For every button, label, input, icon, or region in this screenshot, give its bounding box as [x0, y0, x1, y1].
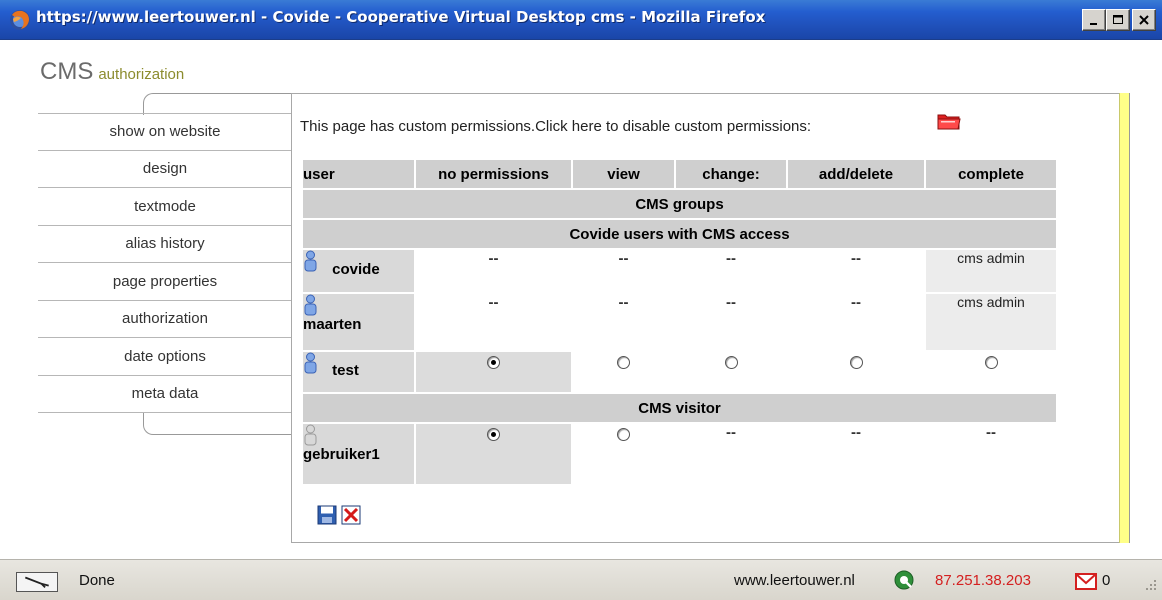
side-scroll-bar[interactable]: [1119, 93, 1130, 543]
radio-no-permissions[interactable]: [487, 428, 500, 441]
table-cell: [573, 424, 674, 484]
permissions-table: user no permissions view change: add/del…: [301, 158, 1058, 486]
user-icon: [304, 424, 317, 446]
table-cell: --: [676, 424, 786, 484]
column-header-no-permissions: no permissions: [416, 160, 571, 188]
table-row: maarten -- -- -- -- cms admin: [303, 294, 1056, 350]
table-cell: [416, 424, 571, 484]
username: test: [332, 362, 359, 379]
menu-item-meta-data[interactable]: meta data: [38, 376, 292, 413]
menu-item-show-on-website[interactable]: show on website: [38, 113, 292, 151]
menu-bottom-border: [143, 413, 293, 435]
radio-add-delete[interactable]: [849, 356, 863, 369]
status-host: www.leertouwer.nl: [734, 572, 855, 589]
table-cell: --: [788, 294, 924, 350]
table-cell: --: [926, 424, 1056, 484]
group-row: CMS groups: [303, 190, 1056, 218]
status-bar: Done www.leertouwer.nl 87.251.38.203 0: [0, 559, 1162, 600]
save-icon[interactable]: [317, 505, 337, 525]
group-cms-groups: CMS groups: [303, 190, 1056, 218]
menu-item-design[interactable]: design: [38, 151, 292, 188]
user-icon: [304, 352, 317, 374]
group-covide-users: Covide users with CMS access: [303, 220, 1056, 248]
column-header-view: view: [573, 160, 674, 188]
firefox-icon: [10, 10, 30, 30]
menu-item-page-properties[interactable]: page properties: [38, 263, 292, 301]
group-row: CMS visitor: [303, 394, 1056, 422]
table-cell: [573, 352, 674, 392]
table-cell: [788, 352, 924, 392]
user-icon: [304, 294, 317, 316]
maximize-button[interactable]: [1106, 9, 1130, 31]
group-row: Covide users with CMS access: [303, 220, 1056, 248]
window-title: https://www.leertouwer.nl - Covide - Coo…: [36, 8, 766, 26]
cancel-icon[interactable]: [341, 505, 361, 525]
radio-view[interactable]: [617, 428, 630, 441]
user-icon: [304, 250, 317, 272]
mail-icon[interactable]: [1075, 573, 1097, 590]
menu-item-authorization[interactable]: authorization: [38, 301, 292, 338]
resize-grip-icon[interactable]: [1140, 578, 1158, 596]
status-text: Done: [79, 572, 115, 589]
folder-icon[interactable]: [936, 110, 962, 132]
minimize-button[interactable]: [1082, 9, 1106, 31]
window-controls: [1082, 9, 1156, 31]
group-cms-visitor: CMS visitor: [303, 394, 1056, 422]
minimize-icon: [1090, 23, 1097, 25]
table-cell: [676, 352, 786, 392]
close-icon: [1139, 15, 1149, 25]
status-ip: 87.251.38.203: [935, 572, 1031, 589]
close-button[interactable]: [1132, 9, 1156, 31]
table-cell: --: [676, 294, 786, 350]
user-cell: maarten: [303, 294, 414, 350]
page-heading: CMS authorization: [40, 58, 184, 86]
table-cell: [926, 352, 1056, 392]
security-icon[interactable]: [893, 569, 915, 591]
username: gebruiker1: [303, 446, 380, 463]
table-cell: --: [573, 250, 674, 292]
radio-no-permissions[interactable]: [487, 356, 500, 369]
menu-item-date-options[interactable]: date options: [38, 338, 292, 376]
table-cell: --: [676, 250, 786, 292]
username: covide: [332, 261, 380, 278]
table-cell: cms admin: [926, 294, 1056, 350]
column-header-user: user: [303, 160, 414, 188]
page-subtitle: authorization: [98, 66, 185, 83]
table-cell: --: [788, 424, 924, 484]
username: maarten: [303, 316, 362, 333]
radio-complete[interactable]: [984, 356, 998, 369]
custom-permissions-notice: This page has custom permissions.Click h…: [300, 118, 812, 135]
table-row: test: [303, 352, 1056, 392]
menu-top-border: [143, 93, 293, 115]
menu-item-alias-history[interactable]: alias history: [38, 226, 292, 263]
user-cell: gebruiker1: [303, 424, 414, 484]
user-cell: covide: [303, 250, 414, 292]
side-menu: show on website design textmode alias hi…: [38, 113, 292, 413]
maximize-icon: [1113, 15, 1123, 24]
mail-count: 0: [1102, 572, 1111, 589]
table-cell: --: [416, 294, 571, 350]
progress-icon: [16, 572, 58, 592]
table-row: gebruiker1 -- -- --: [303, 424, 1056, 484]
table-header-row: user no permissions view change: add/del…: [303, 160, 1056, 188]
user-cell: test: [303, 352, 414, 392]
column-header-add-delete: add/delete: [788, 160, 924, 188]
menu-item-textmode[interactable]: textmode: [38, 188, 292, 226]
table-row: covide -- -- -- -- cms admin: [303, 250, 1056, 292]
column-header-change: change:: [676, 160, 786, 188]
page-title: CMS: [40, 58, 94, 85]
window-titlebar: https://www.leertouwer.nl - Covide - Coo…: [0, 0, 1162, 40]
radio-change[interactable]: [724, 356, 738, 369]
column-header-complete: complete: [926, 160, 1056, 188]
table-cell: [416, 352, 571, 392]
table-cell: --: [573, 294, 674, 350]
table-cell: --: [788, 250, 924, 292]
table-cell: cms admin: [926, 250, 1056, 292]
table-cell: --: [416, 250, 571, 292]
radio-view[interactable]: [617, 356, 630, 369]
